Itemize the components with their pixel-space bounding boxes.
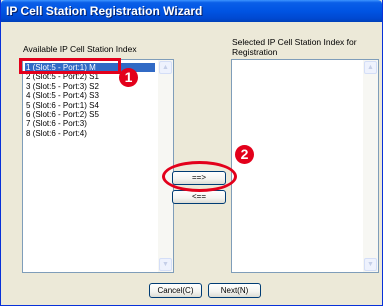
list-item[interactable]: 4 (Slot:5 - Port:4) S3 xyxy=(25,91,155,100)
available-listbox[interactable]: 1 (Slot:5 - Port:1) M 2 (Slot:5 - Port:2… xyxy=(22,59,174,273)
cancel-button-label: Cancel(C) xyxy=(157,286,194,295)
list-item[interactable]: 6 (Slot:6 - Port:2) S5 xyxy=(25,110,155,119)
list-item[interactable]: 7 (Slot:6 - Port:3) xyxy=(25,119,155,128)
list-item[interactable]: 5 (Slot:6 - Port:1) S4 xyxy=(25,101,155,110)
selected-list-label-line2: Registration xyxy=(232,47,278,57)
selected-list-label-line1: Selected IP Cell Station Index for xyxy=(232,37,357,47)
selected-listbox[interactable]: ▲ ▼ xyxy=(231,59,379,273)
remove-button[interactable]: <== xyxy=(172,190,226,204)
step-marker-1: 1 xyxy=(119,68,138,87)
highlight-add-button xyxy=(162,161,237,192)
title-bar[interactable]: IP Cell Station Registration Wizard xyxy=(1,0,382,22)
available-list-label: Available IP Cell Station Index xyxy=(23,44,137,54)
next-button-label: Next(N) xyxy=(220,286,249,295)
down-arrow-icon[interactable]: ▼ xyxy=(364,258,377,271)
step-marker-2: 2 xyxy=(235,145,254,164)
down-arrow-icon[interactable]: ▼ xyxy=(159,258,172,271)
wizard-window: IP Cell Station Registration Wizard Avai… xyxy=(0,0,383,306)
highlight-selected-item xyxy=(19,58,121,74)
up-arrow-icon[interactable]: ▲ xyxy=(159,61,172,74)
next-button[interactable]: Next(N) xyxy=(208,283,261,298)
selected-scrollbar[interactable]: ▲ ▼ xyxy=(363,60,378,272)
list-item[interactable]: 8 (Slot:6 - Port:4) xyxy=(25,129,155,138)
up-arrow-icon[interactable]: ▲ xyxy=(364,61,377,74)
cancel-button[interactable]: Cancel(C) xyxy=(149,283,202,298)
window-title: IP Cell Station Registration Wizard xyxy=(6,4,203,18)
